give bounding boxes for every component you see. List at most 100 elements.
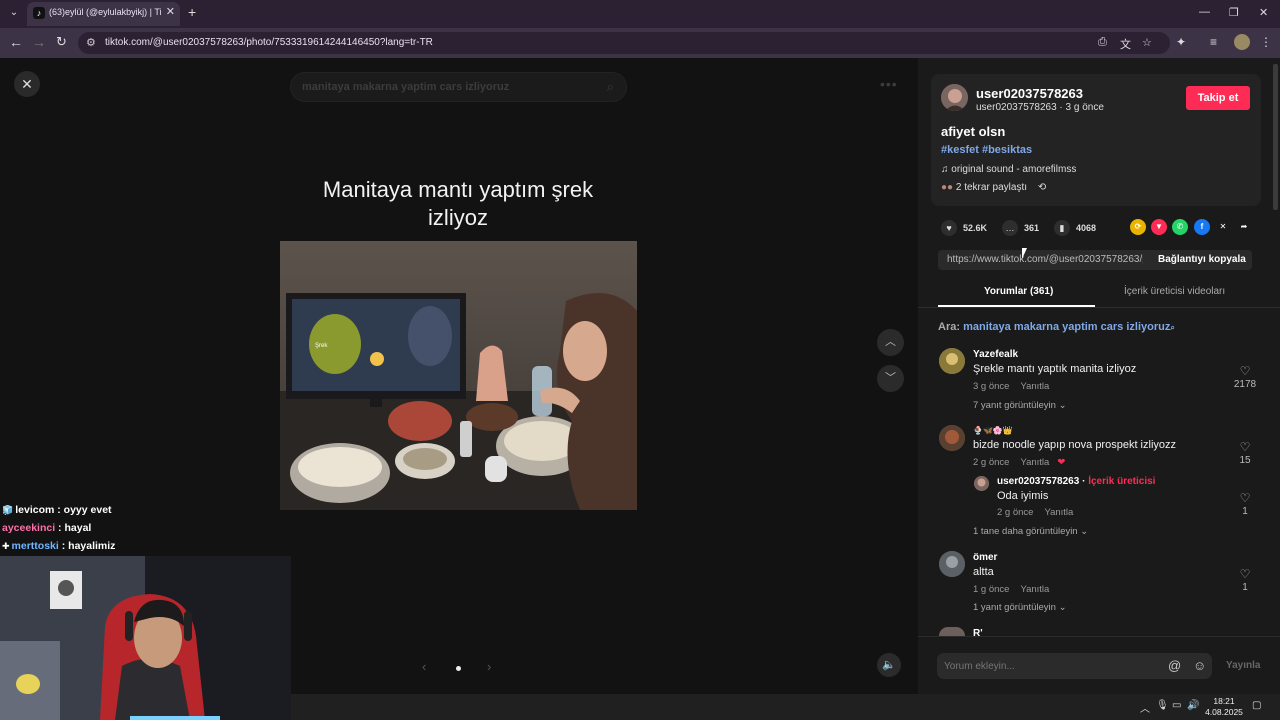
comment-heart-icon[interactable]: ♡ xyxy=(1231,491,1259,505)
heart-icon[interactable]: ♥ xyxy=(941,220,957,236)
tiktok-favicon-icon: ♪ xyxy=(33,7,45,19)
reply-meta: 2 g önce Yanıtla xyxy=(997,507,1073,518)
post-hashtags[interactable]: #kesfet #besiktas xyxy=(941,144,1032,156)
emoji-icon[interactable]: ☺ xyxy=(1193,658,1206,673)
comment-heart-icon[interactable]: ♡ xyxy=(1231,567,1259,581)
post-link[interactable]: https://www.tiktok.com/@user02037578263/… xyxy=(947,254,1143,265)
photo-next-icon[interactable]: › xyxy=(487,659,491,674)
reply-button[interactable]: Yanıtla xyxy=(1020,381,1049,392)
comment-like[interactable]: ♡ 2178 xyxy=(1231,364,1259,391)
comment-heart-icon[interactable]: ♡ xyxy=(1231,364,1259,378)
tray-chevron-icon[interactable]: ︿ xyxy=(1140,700,1150,715)
search-bar[interactable]: manitaya makarna yaptim cars izliyoruz ⌕ xyxy=(290,72,627,102)
share-arrow-icon[interactable]: ➦ xyxy=(1236,219,1252,235)
more-options-icon[interactable]: ••• xyxy=(880,76,898,92)
panel-scrollbar[interactable] xyxy=(1273,64,1278,210)
tab-comments[interactable]: Yorumlar (361) xyxy=(984,286,1053,297)
post-sound[interactable]: ♫ original sound - amorefilmss xyxy=(941,164,1076,175)
view-more-replies-button[interactable]: 1 tane daha görüntüleyin ⌄ xyxy=(973,526,1088,537)
comment-like[interactable]: ♡ 15 xyxy=(1231,440,1259,467)
creator-tag: İçerik üreticisi xyxy=(1088,476,1156,487)
previous-post-icon[interactable]: ︿ xyxy=(877,329,904,356)
reply-button[interactable]: Yanıtla xyxy=(1020,457,1049,468)
comment-username[interactable]: ömer xyxy=(973,552,997,563)
view-replies-button[interactable]: 7 yanıt görüntüleyin ⌄ xyxy=(973,400,1067,411)
whatsapp-icon[interactable]: ✆ xyxy=(1172,219,1188,235)
mention-icon[interactable]: @ xyxy=(1168,658,1181,673)
chat-message: hayalimiz xyxy=(68,540,116,552)
browser-tab-strip: ⌄ ♪ (63)eylül (@eylulakbyikj) | TikTok ✕… xyxy=(0,0,1280,28)
author-subline: user02037578263 · 3 g önce xyxy=(976,102,1104,113)
comment-avatar[interactable] xyxy=(939,627,965,636)
author-avatar[interactable] xyxy=(941,84,968,111)
comment-like[interactable]: ♡ 1 xyxy=(1231,567,1259,594)
comment-search-suggestion[interactable]: Ara: manitaya makarna yaptim cars izliyo… xyxy=(938,321,1175,333)
forward-arrow-icon[interactable]: → xyxy=(32,34,46,50)
author-username[interactable]: user02037578263 xyxy=(976,86,1083,101)
speaker-icon[interactable]: 🔊 xyxy=(1187,700,1199,711)
reply-button[interactable]: Yanıtla xyxy=(1020,584,1049,595)
comment-avatar[interactable] xyxy=(939,425,965,451)
tab-search-icon[interactable]: ⌄ xyxy=(6,5,22,21)
follow-button[interactable]: Takip et xyxy=(1186,86,1250,110)
microphone-icon[interactable]: 🎙 xyxy=(1156,700,1169,711)
chat-user: merttoski xyxy=(11,540,59,552)
comment-username[interactable]: Yazefealk xyxy=(973,349,1018,360)
tab-creator-videos[interactable]: İçerik üreticisi videoları xyxy=(1124,286,1225,297)
x-icon[interactable]: ✕ xyxy=(1215,219,1231,235)
repost-info[interactable]: ●● 2 tekrar paylaştı ⟲ xyxy=(941,182,1046,193)
search-input[interactable]: manitaya makarna yaptim cars izliyoruz xyxy=(302,81,509,93)
site-info-icon[interactable]: ⚙ xyxy=(86,36,96,49)
browser-tab[interactable]: ♪ (63)eylül (@eylulakbyikj) | TikTok ✕ xyxy=(27,2,180,26)
repost-avatars-icon: ●● xyxy=(941,182,954,193)
comment-avatar[interactable] xyxy=(939,551,965,577)
translate-icon[interactable]: 文 xyxy=(1120,36,1131,52)
comment-avatar[interactable] xyxy=(939,348,965,374)
publish-button[interactable]: Yayınla xyxy=(1226,660,1260,671)
extensions-icon[interactable]: ✦ xyxy=(1176,35,1186,49)
send-share-icon[interactable]: ▼ xyxy=(1151,219,1167,235)
install-app-icon[interactable]: ⎙ xyxy=(1098,36,1107,49)
bookmark-icon[interactable]: ▮ xyxy=(1054,220,1070,236)
repost-share-icon[interactable]: ⟳ xyxy=(1130,219,1146,235)
reply-text: Oda iyimis xyxy=(997,490,1049,502)
taskbar-clock[interactable]: 18:21 4.08.2025 xyxy=(1204,696,1244,718)
mouse-cursor xyxy=(1022,248,1027,259)
address-bar[interactable]: ⚙ tiktok.com/@user02037578263/photo/7533… xyxy=(78,32,1170,54)
like-count: 52.6K xyxy=(963,223,988,233)
reply-avatar[interactable] xyxy=(974,476,989,491)
close-icon[interactable]: ✕ xyxy=(14,71,40,97)
search-hint-query[interactable]: manitaya makarna yaptim cars izliyoruz xyxy=(963,321,1170,333)
comment-heart-icon[interactable]: ♡ xyxy=(1231,440,1259,454)
facebook-icon[interactable]: f xyxy=(1194,219,1210,235)
reply-button[interactable]: Yanıtla xyxy=(1044,507,1073,518)
reload-icon[interactable]: ↻ xyxy=(56,34,67,50)
browser-menu-icon[interactable]: ⋮ xyxy=(1260,35,1272,49)
back-arrow-icon[interactable]: ← xyxy=(9,34,23,50)
view-replies-button[interactable]: 1 yanıt görüntüleyin ⌄ xyxy=(973,602,1067,613)
window-close-icon[interactable]: ✕ xyxy=(1259,6,1268,19)
notification-icon[interactable]: ▢ xyxy=(1252,700,1261,711)
network-icon[interactable]: ▭ xyxy=(1172,700,1181,711)
reply-like[interactable]: ♡ 1 xyxy=(1231,491,1259,518)
new-tab-icon[interactable]: + xyxy=(188,4,196,20)
search-hint-prefix: Ara: xyxy=(938,321,961,333)
reply-username[interactable]: user02037578263 · İçerik üreticisi xyxy=(997,476,1155,487)
search-icon[interactable]: ⌕ xyxy=(607,79,614,95)
copy-link-button[interactable]: Bağlantıyı kopyala xyxy=(1158,254,1246,265)
tab-close-icon[interactable]: ✕ xyxy=(166,5,175,18)
browser-toolbar: ← → ↻ ⚙ tiktok.com/@user02037578263/phot… xyxy=(0,28,1280,58)
volume-icon[interactable]: 🔈 xyxy=(877,653,901,677)
photo-prev-icon[interactable]: ‹ xyxy=(422,659,426,674)
post-link-box: https://www.tiktok.com/@user02037578263/… xyxy=(938,250,1252,270)
restore-icon[interactable]: ❐ xyxy=(1229,6,1239,19)
profile-avatar[interactable] xyxy=(1234,34,1250,50)
minimize-icon[interactable]: — xyxy=(1199,6,1210,18)
next-post-icon[interactable]: ﹀ xyxy=(877,365,904,392)
media-control-icon[interactable]: ≡ xyxy=(1210,35,1217,49)
bookmark-star-icon[interactable]: ☆ xyxy=(1142,36,1152,49)
comment-username-emoji[interactable]: 🍨🦋🌸👑 xyxy=(973,425,1013,436)
comment-icon[interactable]: … xyxy=(1002,220,1018,236)
view-replies-text: 1 yanıt görüntüleyin xyxy=(973,602,1056,613)
post-photo[interactable]: Şrek xyxy=(280,241,637,510)
